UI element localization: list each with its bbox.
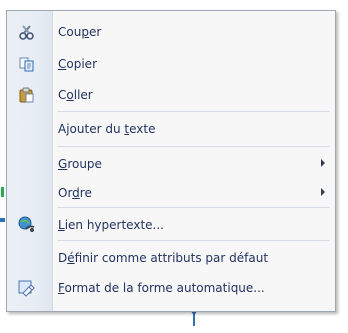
context-menu: Couper Copier Coller Ajouter du texte Gr… <box>6 10 336 312</box>
menu-item-label: Copier <box>58 57 97 71</box>
label-part: ormat de la forme automatique... <box>64 281 265 295</box>
menu-separator <box>57 207 329 208</box>
label-accelerator: d <box>72 186 80 200</box>
submenu-arrow-icon <box>321 188 325 196</box>
label-part: er <box>88 25 102 39</box>
submenu-arrow-icon <box>321 159 325 167</box>
label-part: roupe <box>67 157 102 171</box>
screenshot-canvas: Couper Copier Coller Ajouter du texte Gr… <box>0 0 348 333</box>
menu-item-order[interactable]: Ordre <box>7 179 335 207</box>
menu-separator <box>57 111 329 112</box>
label-accelerator: L <box>58 218 65 232</box>
menu-item-group[interactable]: Groupe <box>7 150 335 178</box>
menu-item-format-autoshape[interactable]: Format de la forme automatique... <box>7 274 335 302</box>
label-accelerator: o <box>66 88 74 102</box>
menu-item-label: Lien hypertexte... <box>58 218 164 232</box>
menu-item-label: Ajouter du texte <box>58 122 155 136</box>
menu-item-paste[interactable]: Coller <box>7 81 335 109</box>
label-part: Ajouter du <box>58 122 125 136</box>
menu-item-label: Coller <box>58 88 93 102</box>
label-accelerator: é <box>67 251 75 265</box>
menu-item-add-text[interactable]: Ajouter du texte <box>7 115 335 143</box>
menu-item-copy[interactable]: Copier <box>7 50 335 78</box>
menu-item-label: Ordre <box>58 186 92 200</box>
menu-item-label: Format de la forme automatique... <box>58 281 265 295</box>
menu-item-label: Couper <box>58 25 101 39</box>
menu-item-hyperlink[interactable]: Lien hypertexte... <box>7 211 335 239</box>
copy-icon <box>17 54 37 74</box>
scissors-icon <box>17 22 37 42</box>
menu-item-set-default[interactable]: Définir comme attributs par défaut <box>7 244 335 272</box>
label-part: finir comme attributs par défaut <box>74 251 269 265</box>
menu-item-label: Définir comme attributs par défaut <box>58 251 268 265</box>
label-part: exte <box>129 122 156 136</box>
label-part: opier <box>66 57 97 71</box>
label-accelerator: G <box>58 157 68 171</box>
label-part: D <box>58 251 68 265</box>
hyperlink-globe-icon <box>17 215 37 235</box>
format-shape-icon <box>17 278 37 298</box>
label-part: re <box>79 186 92 200</box>
label-part: Or <box>58 186 73 200</box>
label-accelerator: p <box>81 25 89 39</box>
paste-icon <box>17 85 37 105</box>
label-part: ien hypertexte... <box>64 218 164 232</box>
menu-item-label: Groupe <box>58 157 102 171</box>
menu-item-cut[interactable]: Couper <box>7 18 335 46</box>
menu-separator <box>57 240 329 241</box>
label-part: Cou <box>58 25 82 39</box>
label-part: ller <box>73 88 93 102</box>
menu-separator <box>57 146 329 147</box>
